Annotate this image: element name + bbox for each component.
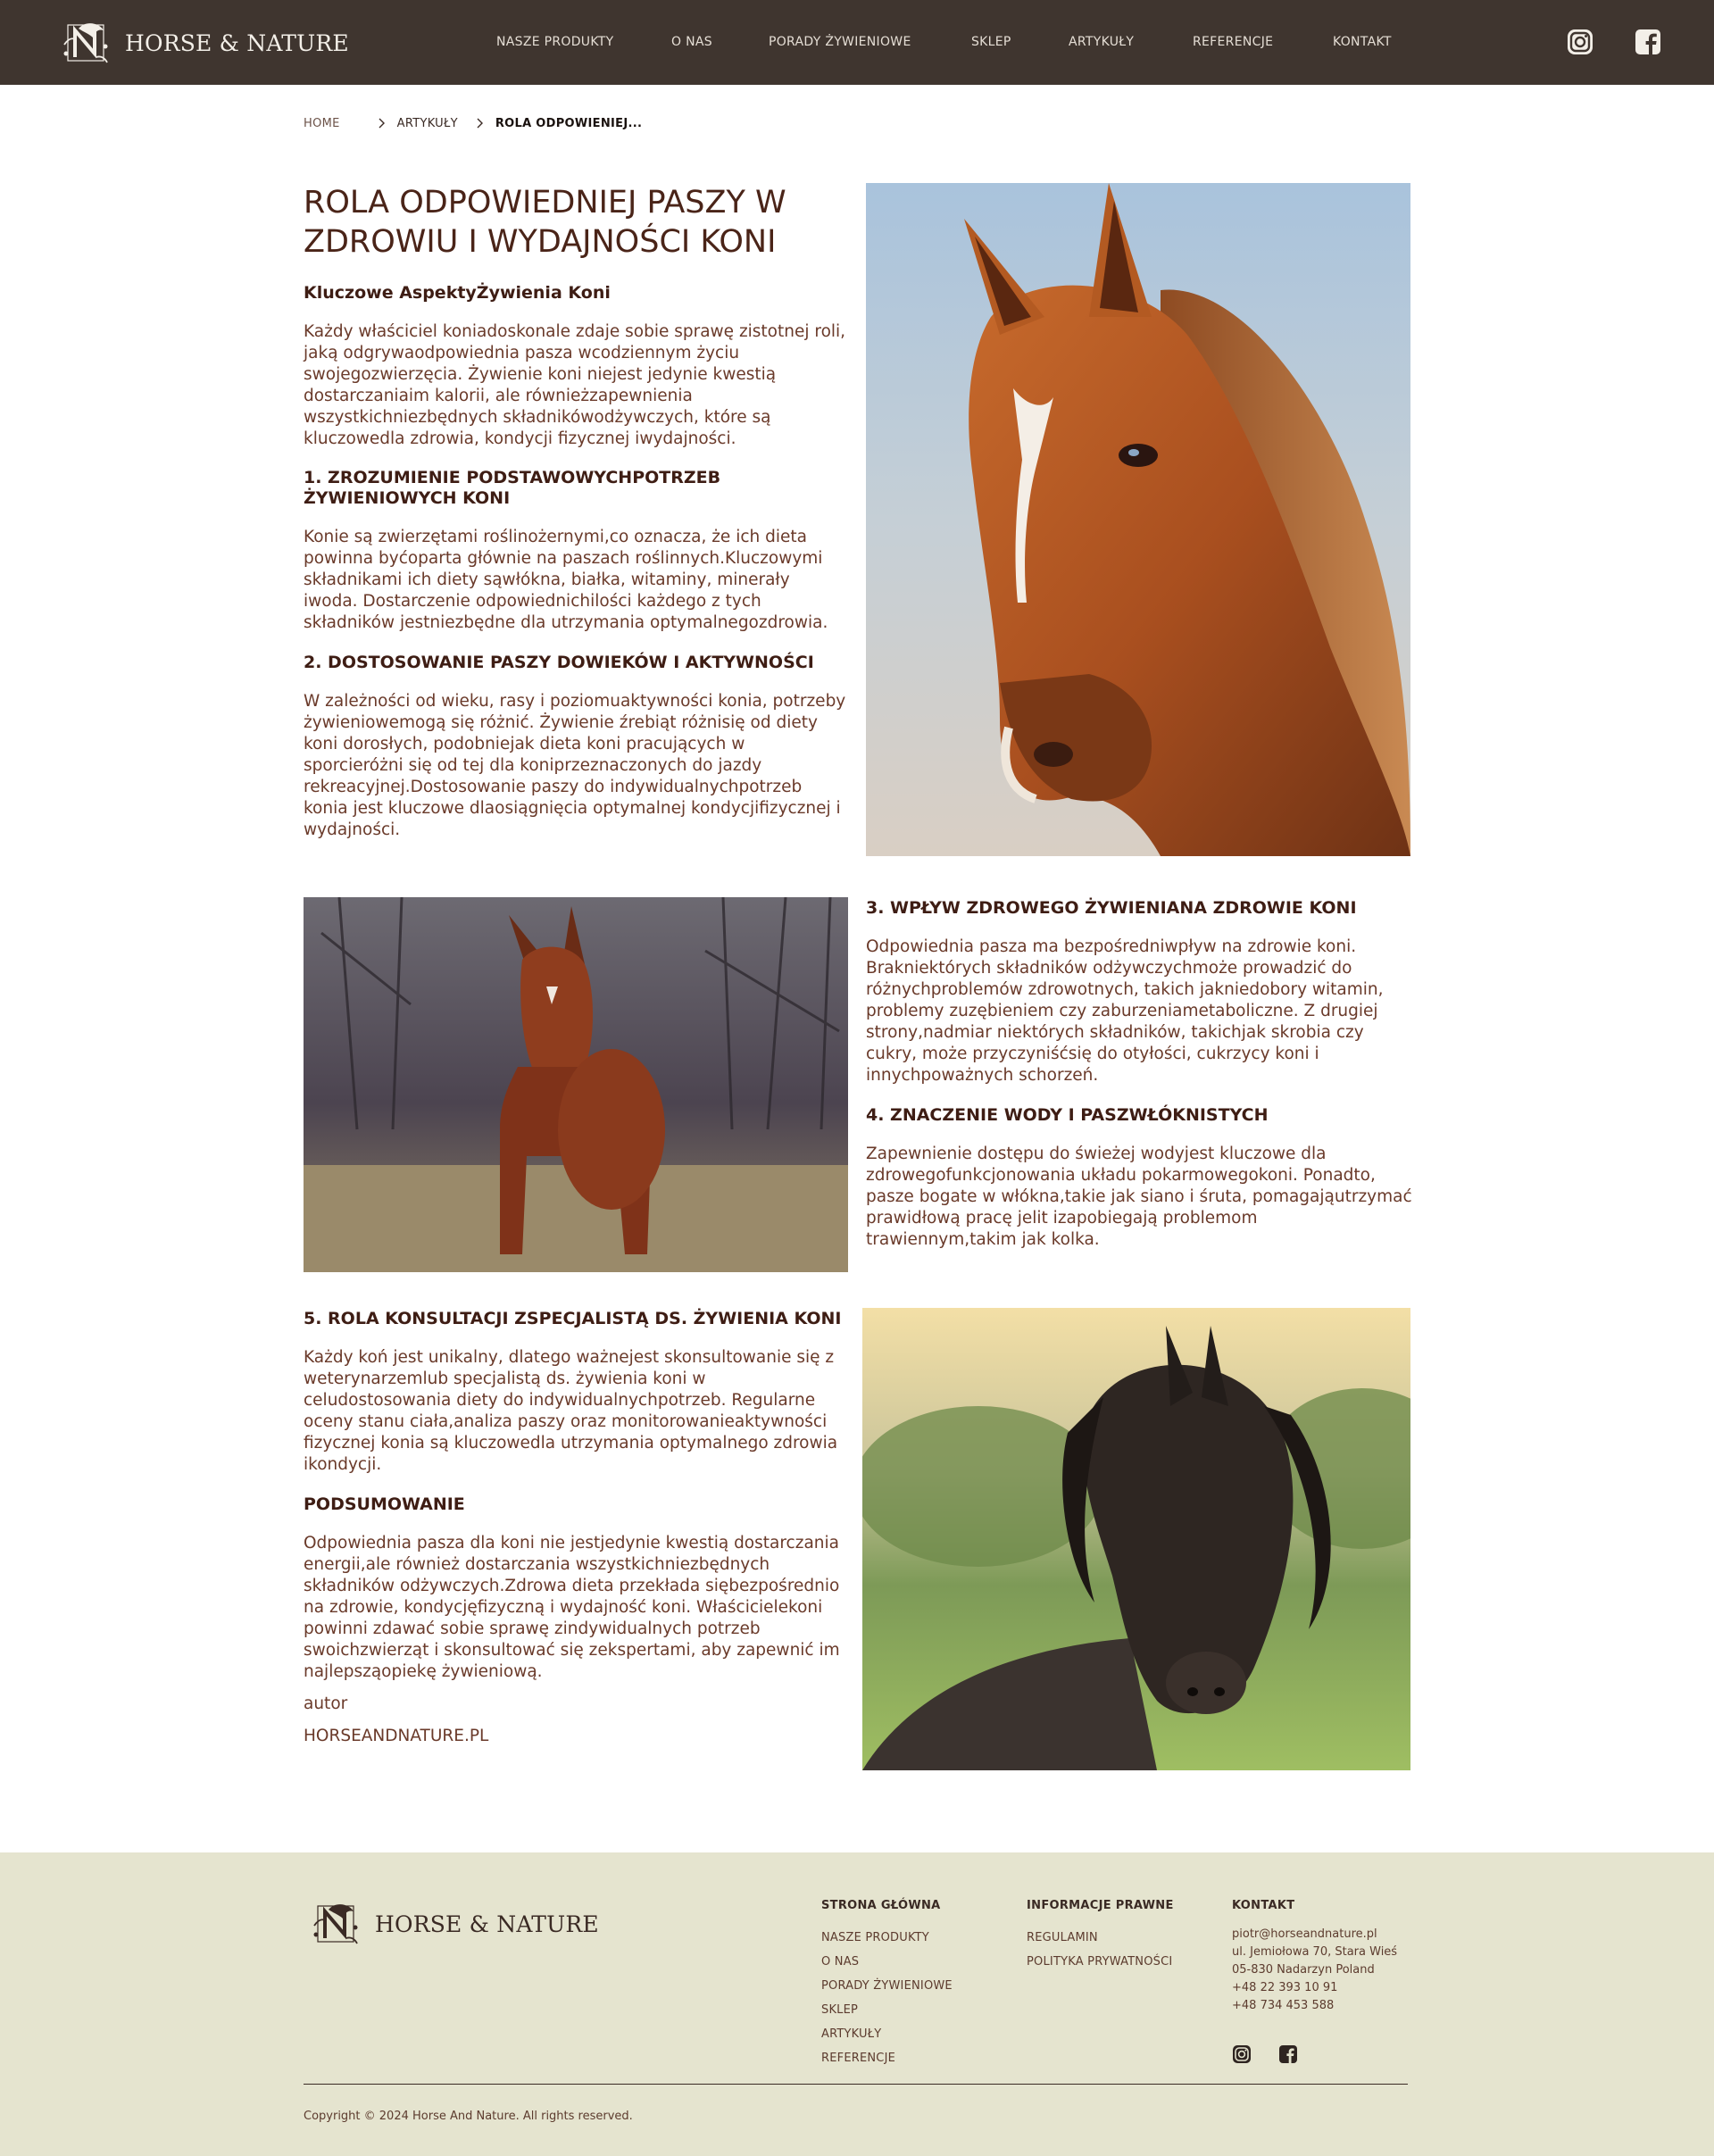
instagram-icon[interactable]	[1232, 2044, 1252, 2064]
footer-col-heading: STRONA GŁÓWNA	[821, 1899, 941, 1912]
footer-phone-2[interactable]: +48 734 453 588	[1232, 1997, 1397, 2015]
breadcrumb-artykuly[interactable]: ARTYKUŁY	[397, 117, 458, 130]
footer-col-heading: KONTAKT	[1232, 1899, 1295, 1912]
breadcrumb-current: ROLA ODPOWIENIEJ...	[495, 116, 643, 130]
facebook-icon[interactable]	[1278, 2044, 1298, 2064]
footer-link-nasze-produkty[interactable]: NASZE PRODUKTY	[821, 1926, 953, 1950]
section-5-paragraph: Każdy koń jest unikalny, dlatego ważneje…	[304, 1348, 838, 1474]
footer-link-porady[interactable]: PORADY ŻYWIENIOWE	[821, 1974, 953, 1998]
footer-logo-text: HORSE & NATURE	[375, 1910, 599, 1937]
nav-artykuly[interactable]: ARTYKUŁY	[1069, 35, 1134, 49]
section-1-paragraph: Konie są zwierzętami roślinożernymi,co o…	[304, 528, 828, 632]
horse-forest-image	[304, 897, 848, 1272]
section-3-paragraph: Odpowiednia pasza ma bezpośredniwpływ na…	[866, 937, 1384, 1085]
footer-link-o-nas[interactable]: O NAS	[821, 1950, 953, 1974]
nav-referencje[interactable]: REFERENCJE	[1193, 35, 1273, 49]
horse-portrait-image	[866, 183, 1410, 856]
footer-divider	[304, 2084, 1408, 2085]
footer-email[interactable]: piotr@horseandnature.pl	[1232, 1926, 1397, 1944]
author-name: HORSEANDNATURE.PL	[304, 1727, 489, 1745]
summary-paragraph: Odpowiednia pasza dla koni nie jestjedyn…	[304, 1534, 840, 1681]
footer-logo[interactable]: HORSE & NATURE	[309, 1899, 599, 1949]
article-sections-5-summary: 5. ROLA KONSULTACJI ZSPECJALISTĄ DS. ŻYW…	[304, 1308, 850, 1747]
breadcrumb-home[interactable]: HOME	[304, 117, 340, 130]
footer-link-referencje[interactable]: REFERENCJE	[821, 2046, 953, 2070]
footer-link-sklep[interactable]: SKLEP	[821, 1998, 953, 2022]
intro-paragraph: Każdy właściciel koniadoskonale zdaje so…	[304, 322, 846, 448]
nav-kontakt[interactable]: KONTAKT	[1333, 35, 1392, 49]
footer-link-artykuly[interactable]: ARTYKUŁY	[821, 2022, 953, 2046]
footer-col-kontakt: KONTAKT piotr@horseandnature.pl ul. Jemi…	[1232, 1899, 1397, 2015]
footer-col-strona-glowna: STRONA GŁÓWNA NASZE PRODUKTY O NAS PORAD…	[821, 1899, 953, 2070]
nav-nasze-produkty[interactable]: NASZE PRODUKTY	[496, 35, 613, 49]
section-4-paragraph: Zapewnienie dostępu do świeżej wodyjest …	[866, 1145, 1412, 1249]
section-1-heading-line-1: 1. ZROZUMIENIE PODSTAWOWYCHPOTRZEB	[304, 468, 721, 487]
section-4-heading: 4. ZNACZENIE WODY I PASZWŁÓKNISTYCH	[866, 1105, 1269, 1125]
chevron-right-icon	[469, 114, 492, 132]
section-2-heading: 2. DOSTOSOWANIE PASZY DOWIEKÓW I AKTYWNO…	[304, 653, 814, 672]
nav-porady-zywieniowe[interactable]: PORADY ŻYWIENIOWE	[769, 35, 911, 49]
black-horse-image	[862, 1308, 1410, 1770]
nav-sklep[interactable]: SKLEP	[971, 35, 1011, 49]
footer-phone-1[interactable]: +48 22 393 10 91	[1232, 1979, 1397, 1997]
title-line-1: ROLA ODPOWIEDNIEJ PASZY W	[304, 185, 786, 221]
site-header: HORSE & NATURE NASZE PRODUKTY O NAS PORA…	[0, 0, 1714, 85]
section-2-paragraph: W zależności od wieku, rasy i poziomuakt…	[304, 692, 846, 839]
footer-address-2: 05-830 Nadarzyn Poland	[1232, 1963, 1375, 1977]
horse-logo-icon	[313, 1904, 358, 1944]
facebook-icon[interactable]	[1634, 28, 1662, 56]
footer-address-1: ul. Jemiołowa 70, Stara Wieś	[1232, 1945, 1398, 1959]
article-intro: ROLA ODPOWIEDNIEJ PASZY W ZDROWIU I WYDA…	[304, 183, 848, 841]
footer-col-heading: INFORMACJE PRAWNE	[1027, 1899, 1174, 1912]
footer-link-regulamin[interactable]: REGULAMIN	[1027, 1926, 1174, 1950]
footer-link-polityka[interactable]: POLITYKA PRYWATNOŚCI	[1027, 1950, 1174, 1974]
chevron-right-icon	[370, 114, 394, 132]
article-title: ROLA ODPOWIEDNIEJ PASZY W ZDROWIU I WYDA…	[304, 183, 848, 262]
instagram-icon[interactable]	[1566, 28, 1594, 56]
main-nav: NASZE PRODUKTY O NAS PORADY ŻYWIENIOWE S…	[0, 0, 1714, 85]
nav-o-nas[interactable]: O NAS	[671, 35, 712, 49]
site-footer: HORSE & NATURE STRONA GŁÓWNA NASZE PRODU…	[0, 1852, 1714, 2156]
intro-heading: Kluczowe AspektyŻywienia Koni	[304, 283, 611, 303]
title-line-2: ZDROWIU I WYDAJNOŚCI KONI	[304, 224, 777, 260]
section-3-heading: 3. WPŁYW ZDROWEGO ŻYWIENIANA ZDROWIE KON…	[866, 898, 1357, 918]
section-1-heading-line-2: ŻYWIENIOWYCH KONI	[304, 488, 511, 508]
section-1-heading: 1. ZROZUMIENIE PODSTAWOWYCHPOTRZEB ŻYWIE…	[304, 468, 848, 509]
article-sections-3-4: 3. WPŁYW ZDROWEGO ŻYWIENIANA ZDROWIE KON…	[866, 897, 1412, 1251]
copyright-text: Copyright © 2024 Horse And Nature. All r…	[304, 2110, 633, 2123]
breadcrumb: HOME ARTYKUŁY ROLA ODPOWIENIEJ...	[304, 114, 642, 132]
author-label: autor	[304, 1694, 348, 1713]
summary-heading: PODSUMOWANIE	[304, 1494, 465, 1514]
footer-col-informacje-prawne: INFORMACJE PRAWNE REGULAMIN POLITYKA PRY…	[1027, 1899, 1174, 1974]
section-5-heading: 5. ROLA KONSULTACJI ZSPECJALISTĄ DS. ŻYW…	[304, 1309, 842, 1328]
